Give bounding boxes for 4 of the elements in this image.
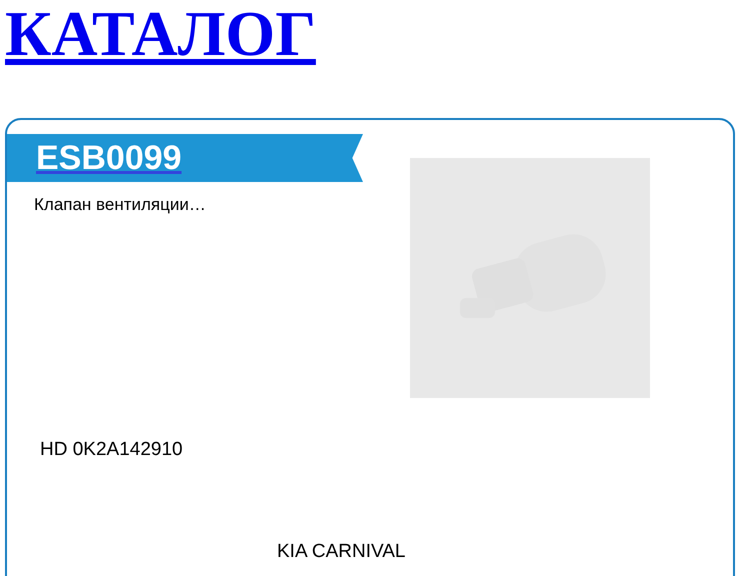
vehicle-model: KIA CARNIVAL	[277, 540, 406, 562]
catalog-title-link[interactable]: КАТАЛОГ	[5, 2, 316, 66]
part-number: HD 0K2A142910	[40, 438, 184, 462]
product-description: Клапан вентиляции…	[34, 194, 207, 216]
